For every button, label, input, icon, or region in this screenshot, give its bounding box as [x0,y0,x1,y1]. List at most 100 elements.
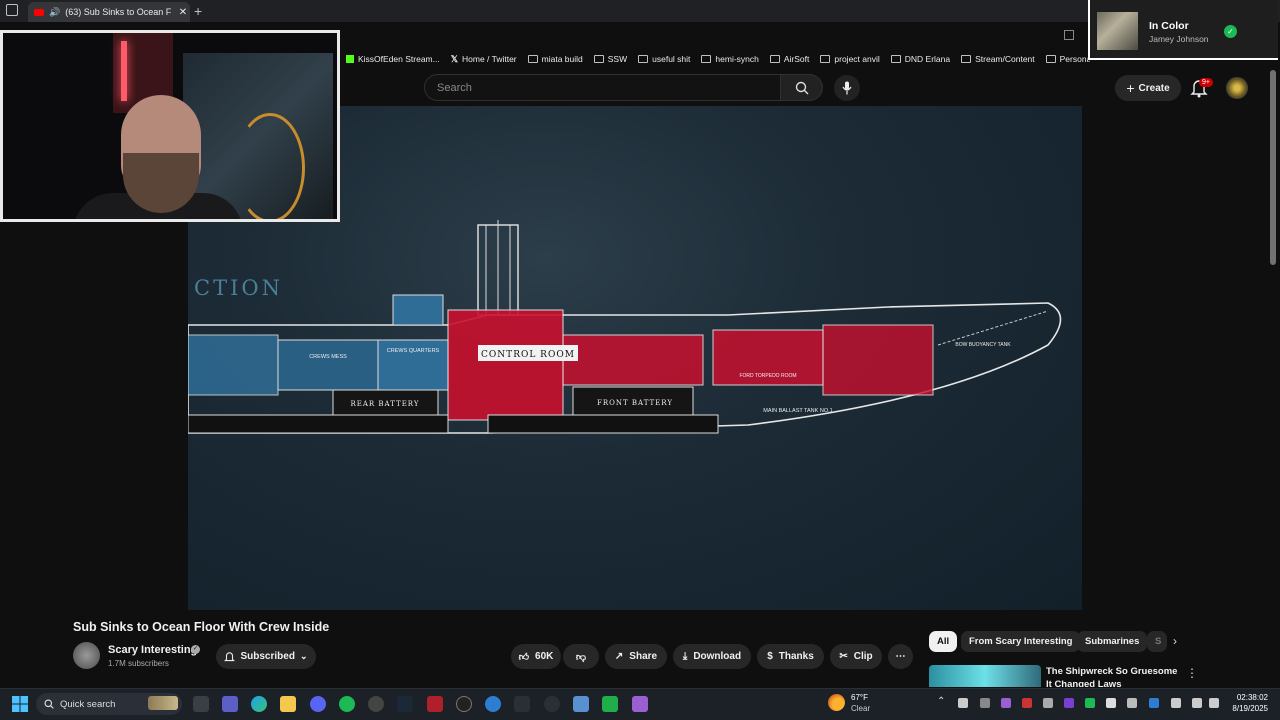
extension-icon[interactable] [1064,30,1074,40]
weather-icon[interactable] [828,694,845,711]
chip-submarines[interactable]: Submarines [1077,631,1148,652]
task-view-icon[interactable] [193,696,209,712]
app-icon-red[interactable] [427,696,443,712]
share-button[interactable]: ↗ Share [605,644,667,669]
app-icon-globe[interactable] [544,696,560,712]
file-explorer-icon[interactable] [280,696,296,712]
new-tab-icon[interactable]: + [194,3,202,19]
chip-partial[interactable]: S [1147,631,1167,652]
voice-search-button[interactable] [834,75,860,101]
tray-icon-2[interactable] [980,698,990,708]
tray-icon-6[interactable] [1064,698,1074,708]
more-actions-button[interactable]: ⋯ [888,644,913,669]
discord-icon[interactable] [310,696,326,712]
tray-icon-9[interactable] [1127,698,1137,708]
front-battery-label: FRONT BATTERY [597,399,673,407]
notification-badge: 9+ [1199,78,1213,87]
subscribed-button[interactable]: Subscribed ⌄ [216,644,316,669]
scrollbar[interactable] [1270,70,1276,265]
crews-mess-label: CREWS MESS [309,354,347,360]
bookmark-airsoft[interactable]: AirSoft [769,54,809,64]
tray-icon-1[interactable] [958,698,968,708]
bookmark-useful[interactable]: useful shit [638,54,690,64]
dislike-button[interactable]: 👎︎ [563,644,599,669]
app-icon-a[interactable] [514,696,530,712]
browser-tab[interactable]: 🔊 (63) Sub Sinks to Ocean Floo ✕ [28,2,190,22]
search-icon [795,81,808,94]
spotify-icon[interactable] [339,696,355,712]
tray-icon-4[interactable] [1022,698,1032,708]
folder-icon [593,55,604,63]
windows-start-icon[interactable] [12,696,28,712]
bookmark-kissofeden[interactable]: KissOfEden Stream... [346,54,440,64]
steam-icon[interactable] [397,696,413,712]
tray-icon-5[interactable] [1043,698,1053,708]
create-button[interactable]: + Create [1115,75,1181,101]
tray-icon-7[interactable] [1085,698,1095,708]
close-tab-icon[interactable]: ✕ [176,7,190,18]
bookmark-hemi-synch[interactable]: hemi-synch [701,54,759,64]
kebab-menu-icon[interactable]: ⋮ [1186,666,1198,680]
tab-actions-icon[interactable] [6,4,18,16]
folder-icon [961,55,972,63]
control-room-label: CONTROL ROOM [481,350,575,360]
folder-icon [638,55,649,63]
channel-avatar[interactable] [73,642,100,669]
tray-icon-3[interactable] [1001,698,1011,708]
album-art [1097,12,1138,50]
bookmark-twitter[interactable]: 𝕏 Home / Twitter [451,54,517,65]
download-button[interactable]: ⤓ Download [673,644,751,669]
bluetooth-icon[interactable] [1149,698,1159,708]
bow-buoyancy-label: BOW BUOYANCY TANK [955,342,1011,348]
clock-time[interactable]: 02:38:02 [1230,693,1268,702]
weather-condition: Clear [851,704,871,713]
like-button[interactable]: 👍︎ 60K [511,644,561,669]
microphone-tray-icon[interactable] [1171,698,1181,708]
more-icon: ⋯ [895,651,906,662]
weather-temp: 67°F [851,693,868,702]
main-ballast-label: MAIN BALLAST TANK NO.1 [763,408,832,414]
download-icon: ⤓ [682,651,688,662]
chip-from-channel[interactable]: From Scary Interesting [961,631,1081,652]
app-icon-purple[interactable] [632,696,648,712]
rear-battery-label: REAR BATTERY [350,400,419,408]
network-icon[interactable] [1192,698,1202,708]
bookmark-project-anvil[interactable]: project anvil [820,54,880,64]
scissors-icon: ✂ [839,651,848,662]
chevron-up-icon[interactable]: ⌃ [937,696,945,707]
tray-icon-8[interactable] [1106,698,1116,708]
chart-app-icon[interactable] [602,696,618,712]
folder-icon [890,55,901,63]
notepad-icon[interactable] [573,696,589,712]
bookmark-miata-build[interactable]: miata build [527,54,583,64]
verified-icon: ✓ [191,645,200,654]
app-icon-circle[interactable] [456,696,472,712]
clip-button[interactable]: ✂ Clip [830,644,882,669]
app-icon-blue[interactable] [485,696,501,712]
channel-name[interactable]: Scary Interesting [108,644,197,656]
thumbs-down-icon: 👎︎ [575,651,587,663]
clock-date[interactable]: 8/19/2025 [1222,704,1268,713]
search-button[interactable] [781,74,823,101]
recommended-title[interactable]: The Shipwreck So Gruesome It Changed Law… [1046,665,1181,687]
torpedo-room-label: FORD TORPEDO ROOM [739,373,796,379]
speaker-icon[interactable]: 🔊 [49,7,60,18]
chevron-right-icon[interactable]: › [1173,634,1177,648]
thanks-button[interactable]: $ Thanks [757,644,824,669]
obs-icon[interactable] [368,696,384,712]
account-avatar[interactable] [1226,77,1248,99]
teams-icon[interactable] [222,696,238,712]
super-thanks-icon: $ [767,651,773,662]
bookmark-personal[interactable]: Personal DI [1045,54,1090,64]
volume-icon[interactable] [1209,698,1219,708]
song-title: In Color [1149,20,1189,32]
bookmark-dnd-erlana[interactable]: DND Erlana [890,54,950,64]
search-input[interactable]: Search [424,74,781,101]
bookmark-stream-content[interactable]: Stream/Content [961,54,1035,64]
bookmark-ssw[interactable]: SSW [593,54,627,64]
folder-icon [820,55,831,63]
edge-icon[interactable] [251,696,267,712]
subscriber-count: 1.7M subscribers [108,659,169,668]
recommended-thumbnail[interactable] [929,665,1041,687]
chip-all[interactable]: All [929,631,958,652]
